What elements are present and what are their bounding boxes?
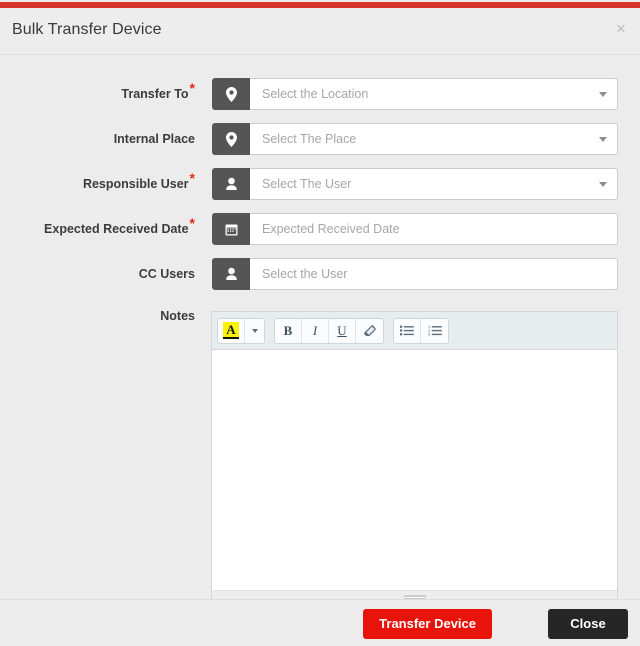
bold-button[interactable]: B bbox=[275, 318, 302, 343]
editor-toolbar: A B I U 1 2 3 bbox=[212, 312, 617, 350]
input-group-responsible-user: Select The User bbox=[212, 168, 618, 200]
calendar-icon bbox=[212, 213, 250, 245]
bullet-list-icon bbox=[400, 325, 414, 336]
label-expected-received-date-text: Expected Received Date bbox=[44, 222, 189, 236]
brand-accent-bar bbox=[0, 2, 640, 8]
modal-body: Transfer To* Select the Location Interna… bbox=[0, 56, 640, 609]
expected-received-date-input[interactable]: Expected Received Date bbox=[250, 213, 618, 245]
label-internal-place: Internal Place bbox=[0, 123, 195, 155]
italic-button[interactable]: I bbox=[302, 318, 329, 343]
eraser-icon bbox=[364, 324, 376, 336]
form-row-responsible-user: Responsible User* Select The User bbox=[0, 168, 640, 200]
unordered-list-button[interactable] bbox=[394, 318, 421, 343]
chevron-down-icon[interactable] bbox=[599, 137, 607, 142]
remove-format-eraser-button[interactable] bbox=[356, 318, 383, 343]
form-row-expected-received-date: Expected Received Date* Expected Receive… bbox=[0, 213, 640, 245]
chevron-down-icon[interactable] bbox=[599, 92, 607, 97]
user-icon bbox=[212, 258, 250, 290]
chevron-down-icon bbox=[251, 328, 258, 333]
input-group-transfer-to: Select the Location bbox=[212, 78, 618, 110]
label-responsible-user: Responsible User* bbox=[0, 168, 195, 200]
form-row-cc-users: CC Users Select the User bbox=[0, 258, 640, 290]
highlight-a-icon: A bbox=[223, 322, 239, 339]
label-cc-users-text: CC Users bbox=[138, 267, 195, 281]
ordered-list-button[interactable]: 1 2 3 bbox=[421, 318, 448, 343]
text-highlight-button[interactable]: A bbox=[218, 318, 245, 343]
top-accent-strip bbox=[0, 0, 640, 9]
required-asterisk: * bbox=[189, 169, 195, 186]
form-row-transfer-to: Transfer To* Select the Location bbox=[0, 78, 640, 110]
responsible-user-input[interactable]: Select The User bbox=[250, 168, 618, 200]
close-icon[interactable]: × bbox=[611, 19, 631, 39]
transfer-device-button[interactable]: Transfer Device bbox=[363, 609, 492, 639]
page-title: Bulk Transfer Device bbox=[12, 21, 162, 38]
required-asterisk: * bbox=[189, 214, 195, 231]
label-internal-place-text: Internal Place bbox=[113, 132, 195, 146]
modal-footer: Transfer Device Close bbox=[0, 599, 640, 646]
label-transfer-to-text: Transfer To bbox=[121, 87, 189, 101]
numbered-list-icon: 1 2 3 bbox=[428, 325, 442, 336]
input-group-internal-place: Select The Place bbox=[212, 123, 618, 155]
svg-text:3: 3 bbox=[428, 332, 431, 336]
input-group-cc-users: Select the User bbox=[212, 258, 618, 290]
transfer-to-input[interactable]: Select the Location bbox=[250, 78, 618, 110]
cc-users-input[interactable]: Select the User bbox=[250, 258, 618, 290]
map-pin-icon bbox=[212, 123, 250, 155]
modal-header: Bulk Transfer Device × bbox=[0, 9, 640, 55]
notes-editor: A B I U 1 2 3 bbox=[211, 311, 618, 609]
label-transfer-to: Transfer To* bbox=[0, 78, 195, 110]
required-asterisk: * bbox=[189, 79, 195, 96]
label-notes: Notes bbox=[160, 309, 195, 323]
highlight-color-dropdown-button[interactable] bbox=[245, 318, 264, 343]
toolbar-group-format: B I U bbox=[274, 317, 384, 344]
form-row-internal-place: Internal Place Select The Place bbox=[0, 123, 640, 155]
toolbar-group-highlight: A bbox=[217, 317, 265, 344]
label-responsible-user-text: Responsible User bbox=[82, 177, 189, 191]
chevron-down-icon[interactable] bbox=[599, 182, 607, 187]
notes-textarea[interactable] bbox=[212, 350, 617, 590]
map-pin-icon bbox=[212, 78, 250, 110]
internal-place-input[interactable]: Select The Place bbox=[250, 123, 618, 155]
input-group-expected-received-date: Expected Received Date bbox=[212, 213, 618, 245]
user-icon bbox=[212, 168, 250, 200]
close-button[interactable]: Close bbox=[548, 609, 628, 639]
label-expected-received-date: Expected Received Date* bbox=[0, 213, 195, 245]
label-cc-users: CC Users bbox=[0, 258, 195, 290]
toolbar-group-lists: 1 2 3 bbox=[393, 317, 449, 344]
underline-button[interactable]: U bbox=[329, 318, 356, 343]
